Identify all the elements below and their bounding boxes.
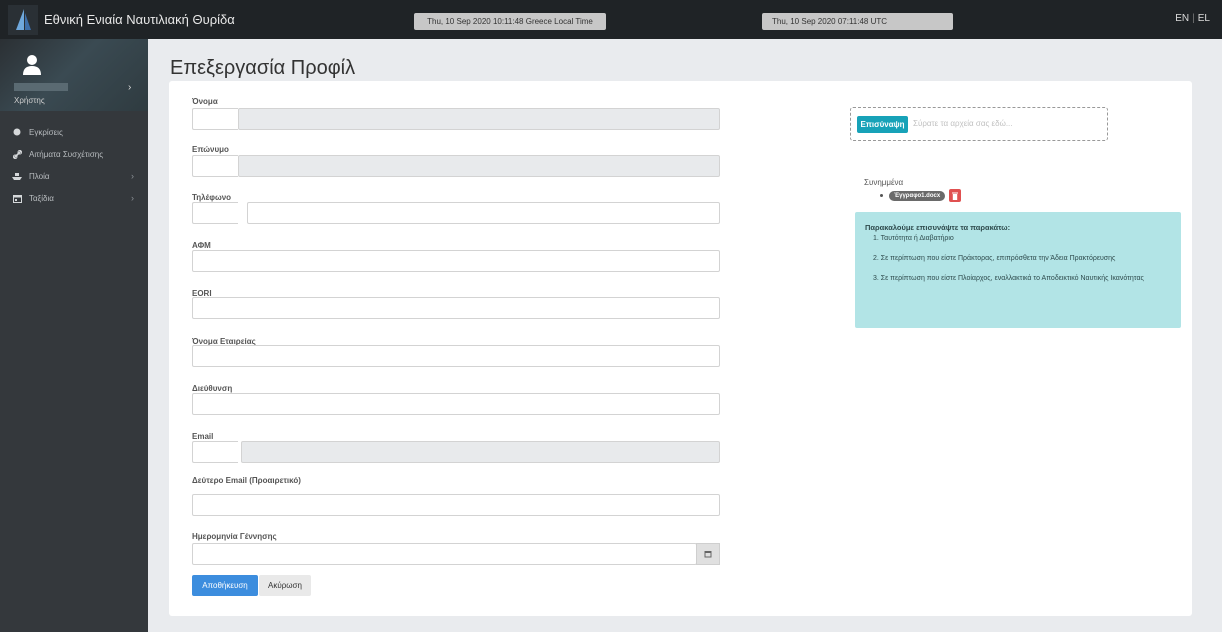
cancel-button[interactable]: Ακύρωση — [259, 575, 311, 596]
utc-time-display: Thu, 10 Sep 2020 07:11:48 UTC — [762, 13, 953, 30]
email-label: Email — [192, 432, 214, 441]
calendar-button[interactable] — [696, 543, 720, 565]
sidebar-item-label: Ταξίδια — [29, 193, 54, 203]
profile-card: Όνομα Επώνυμο Τηλέφωνο ΑΦΜ EORI Όνομα Ετ… — [169, 81, 1192, 616]
phone-label: Τηλέφωνο — [192, 193, 232, 202]
last-name-prefix — [192, 155, 238, 177]
sidebar-item-label: Αιτήματα Συσχέτισης — [29, 149, 104, 159]
birth-date-field[interactable] — [192, 543, 697, 565]
instruction-item: 2. Σε περίπτωση που είστε Πράκτορας, επι… — [873, 255, 1116, 262]
address-field[interactable] — [192, 393, 720, 415]
calendar-icon — [704, 551, 712, 558]
lang-en-link[interactable]: EN — [1175, 13, 1189, 24]
sidebar: Χρήστης › Εγκρίσεις Αιτήματα Συσχέτισης … — [0, 39, 148, 632]
link-icon — [10, 149, 24, 159]
user-avatar-icon — [23, 55, 41, 75]
circle-icon — [10, 128, 24, 136]
attachment-instructions: Παρακαλούμε επισυνάψτε τα παρακάτω: 1. Τ… — [855, 212, 1181, 328]
sidebar-item-ships[interactable]: Πλοία › — [0, 165, 148, 187]
calendar-icon — [10, 194, 24, 203]
phone-field[interactable] — [247, 202, 720, 224]
second-email-field[interactable] — [192, 494, 720, 516]
sidebar-nav: Εγκρίσεις Αιτήματα Συσχέτισης Πλοία › Τα… — [0, 121, 148, 209]
sidebar-item-label: Εγκρίσεις — [29, 127, 63, 137]
first-name-field[interactable] — [238, 108, 720, 130]
save-button[interactable]: Αποθήκευση — [192, 575, 258, 596]
file-dropzone[interactable]: Επισύναψη Σύρατε τα αρχεία σας εδώ... — [850, 107, 1108, 141]
address-label: Διεύθυνση — [192, 384, 233, 393]
afm-label: ΑΦΜ — [192, 241, 211, 250]
lang-separator: | — [1192, 13, 1195, 24]
delete-attachment-button[interactable] — [949, 189, 962, 202]
page-title: Επεξεργασία Προφίλ — [170, 57, 356, 79]
email-field[interactable] — [241, 441, 720, 463]
attachments-title: Συνημμένα — [864, 178, 904, 187]
dropzone-placeholder: Σύρατε τα αρχεία σας εδώ... — [913, 119, 1013, 128]
first-name-prefix — [192, 108, 238, 130]
sidebar-item-association-requests[interactable]: Αιτήματα Συσχέτισης — [0, 143, 148, 165]
brand[interactable]: Εθνική Ενιαία Ναυτιλιακή Θυρίδα — [8, 0, 248, 39]
user-panel[interactable]: Χρήστης › — [0, 39, 148, 111]
attachment-file-badge[interactable]: Έγγραφο1.docx — [889, 190, 946, 201]
trash-icon — [952, 192, 959, 200]
instructions-title: Παρακαλούμε επισυνάψτε τα παρακάτω: — [865, 223, 1011, 232]
attachment-item: Έγγραφο1.docx — [880, 189, 962, 202]
attach-button[interactable]: Επισύναψη — [857, 116, 908, 133]
sidebar-item-label: Πλοία — [29, 171, 50, 181]
phone-prefix[interactable] — [192, 202, 238, 224]
chevron-right-icon: › — [131, 193, 134, 203]
birth-date-label: Ημερομηνία Γέννησης — [192, 532, 277, 541]
ship-icon — [10, 172, 24, 181]
local-time-display: Thu, 10 Sep 2020 10:11:48 Greece Local T… — [414, 13, 606, 30]
afm-field[interactable] — [192, 250, 720, 272]
sidebar-item-trips[interactable]: Ταξίδια › — [0, 187, 148, 209]
eori-field[interactable] — [192, 297, 720, 319]
company-field[interactable] — [192, 345, 720, 367]
email-prefix — [192, 441, 238, 463]
top-bar: Εθνική Ενιαία Ναυτιλιακή Θυρίδα Thu, 10 … — [0, 0, 1222, 39]
sidebar-item-approvals[interactable]: Εγκρίσεις — [0, 121, 148, 143]
bullet-icon — [880, 194, 883, 197]
first-name-label: Όνομα — [192, 97, 218, 106]
sail-logo-icon — [8, 4, 38, 35]
instruction-item: 1. Ταυτότητα ή Διαβατήριο — [873, 235, 954, 242]
chevron-right-icon[interactable]: › — [128, 82, 131, 93]
last-name-field[interactable] — [238, 155, 720, 177]
language-switcher: EN | EL — [1175, 13, 1210, 24]
username-redacted — [14, 83, 68, 91]
brand-title: Εθνική Ενιαία Ναυτιλιακή Θυρίδα — [44, 12, 235, 27]
second-email-label: Δεύτερο Email (Προαιρετικό) — [192, 476, 301, 485]
user-role-label: Χρήστης — [14, 96, 45, 105]
chevron-right-icon: › — [131, 171, 134, 181]
last-name-label: Επώνυμο — [192, 145, 229, 154]
instruction-item: 3. Σε περίπτωση που είστε Πλοίαρχος, ενα… — [873, 275, 1144, 282]
lang-el-link[interactable]: EL — [1198, 13, 1210, 24]
